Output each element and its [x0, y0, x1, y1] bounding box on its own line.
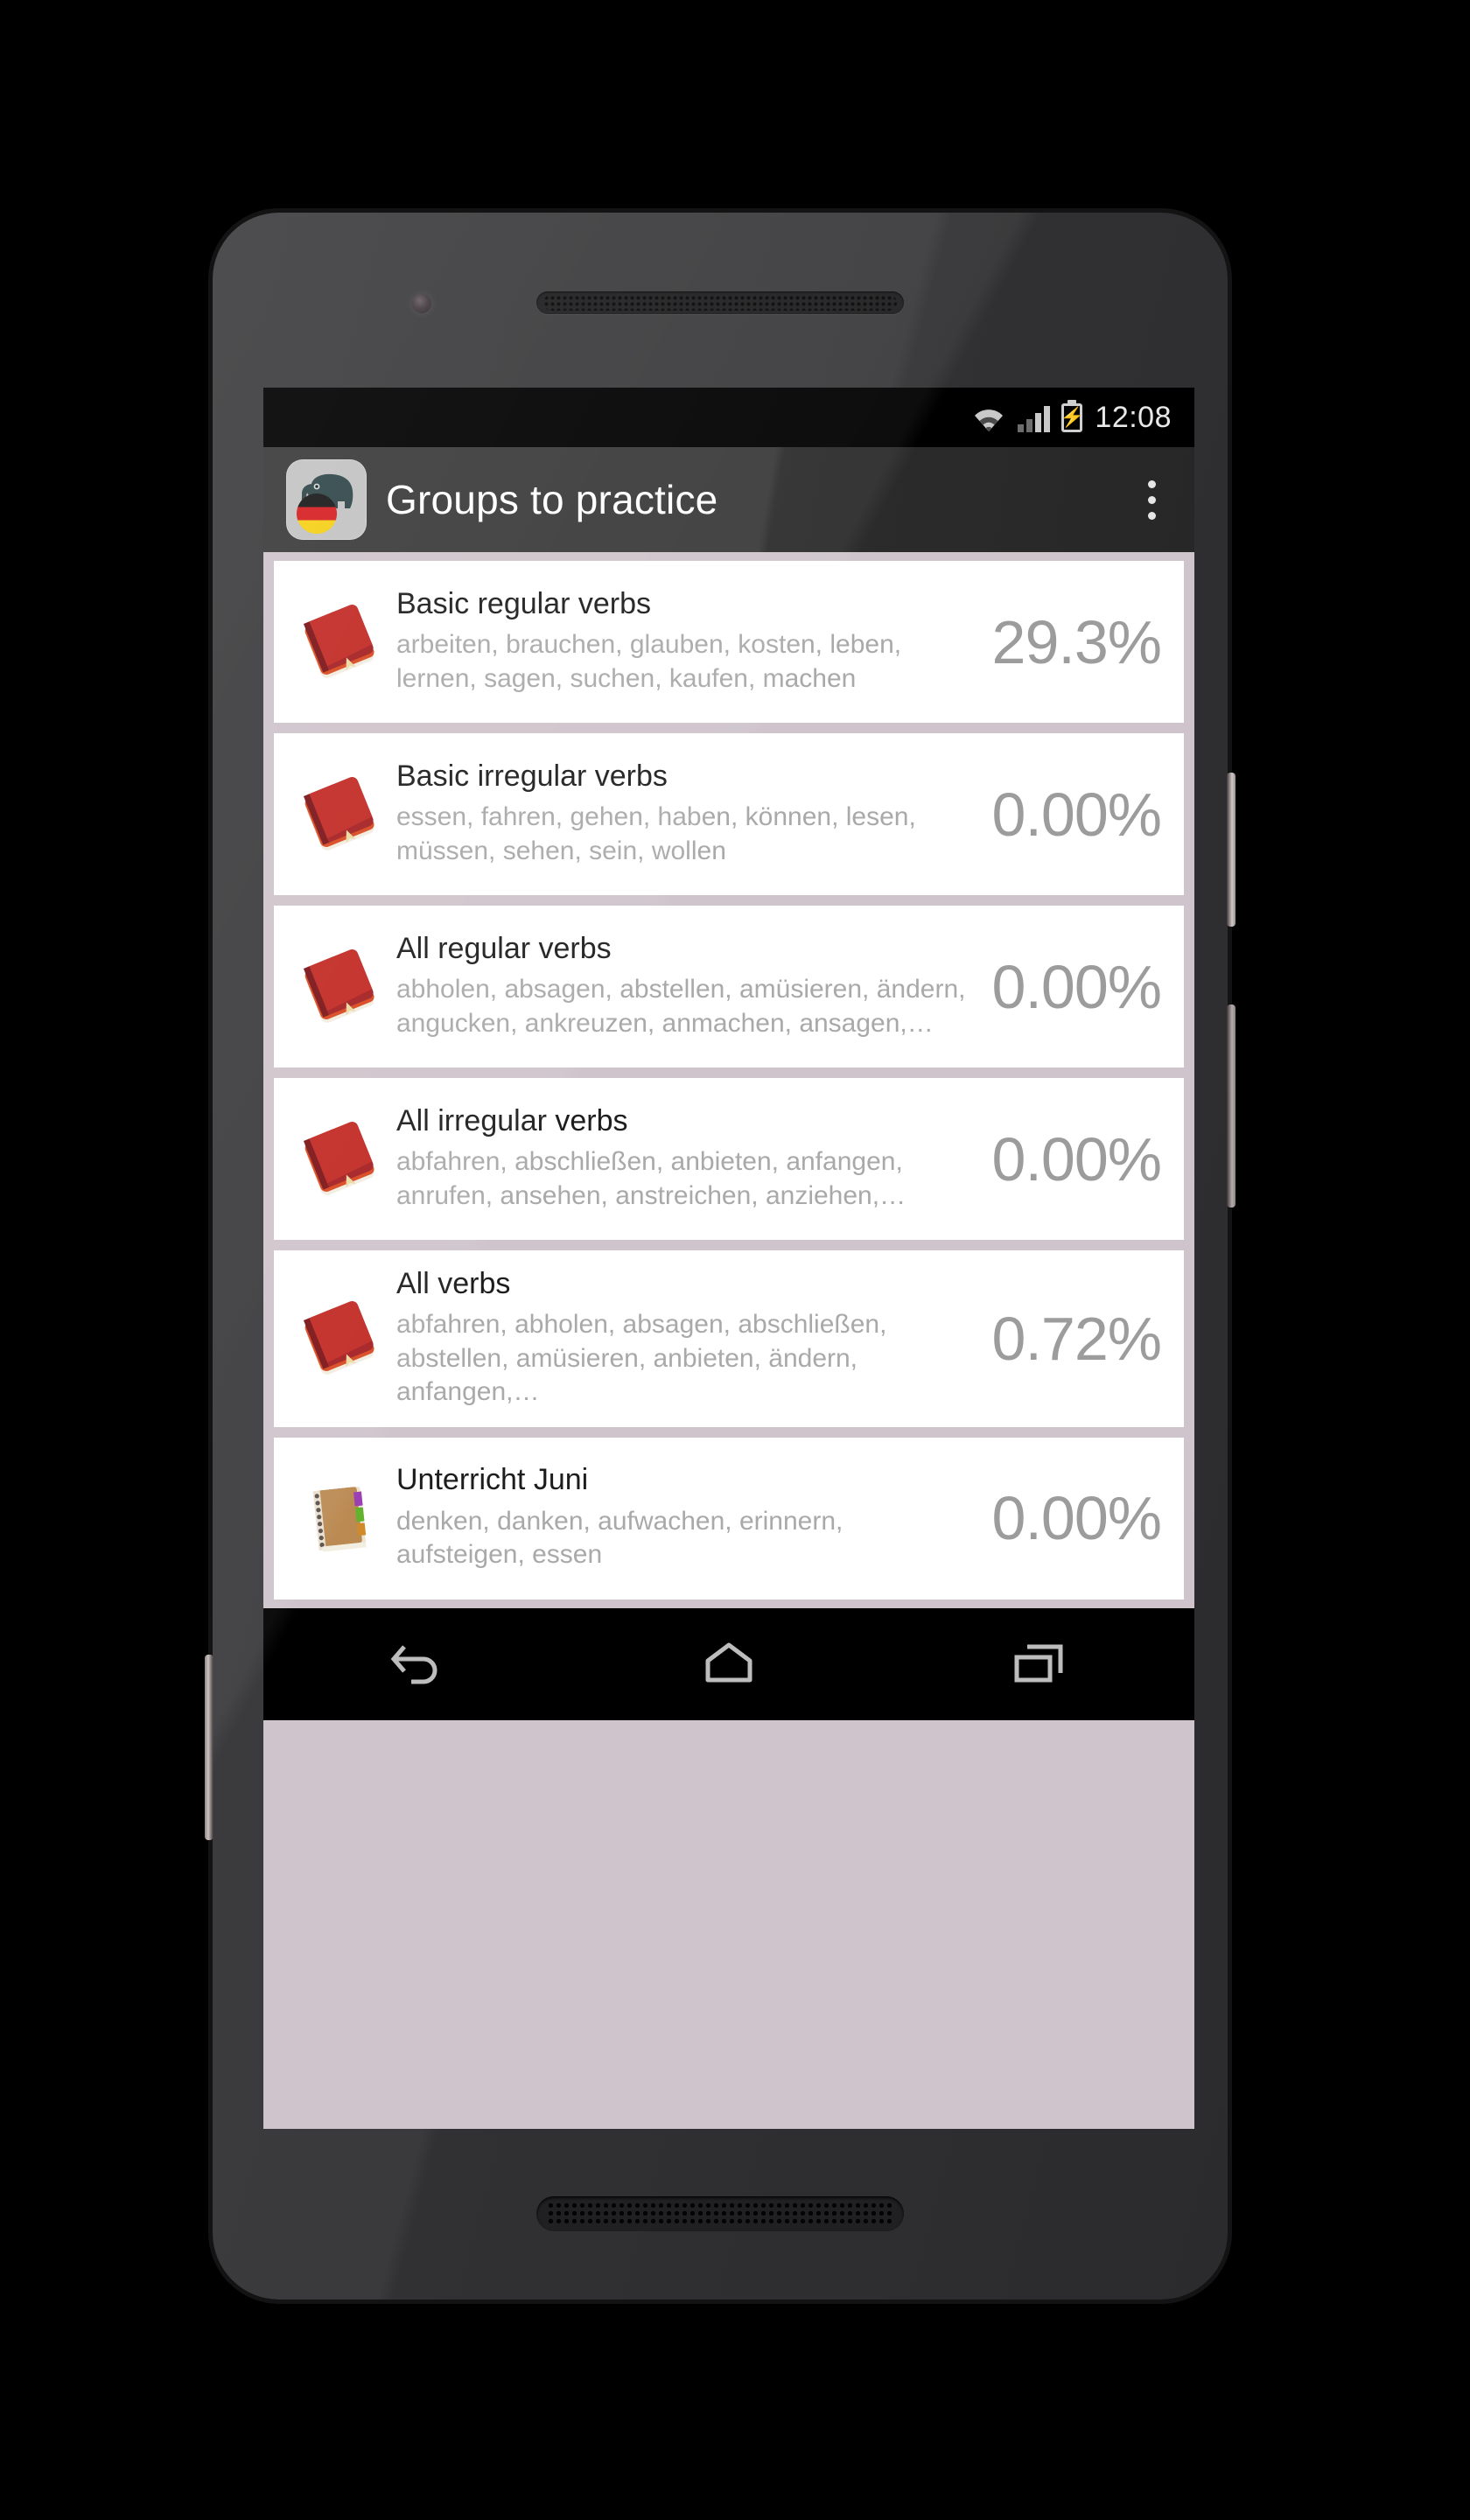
- list-item-words: denken, danken, aufwachen, erinnern, auf…: [396, 1506, 844, 1570]
- wifi-icon: [971, 406, 1006, 432]
- list-item-text: All verbs abfahren, abholen, absagen, ab…: [391, 1267, 976, 1410]
- battery-charging-icon: ⚡: [1060, 402, 1085, 432]
- list-item-text: Basic irregular verbs essen, fahren, geh…: [391, 760, 976, 868]
- list-item-words: abfahren, abholen, absagen, abschließen,…: [396, 1310, 887, 1407]
- bottom-speaker-grille: [536, 2196, 904, 2231]
- list-item-percent: 0.72%: [991, 1304, 1162, 1373]
- elephant-app-icon[interactable]: [286, 459, 367, 540]
- list-item-percent: 0.00%: [991, 780, 1162, 849]
- power-button[interactable]: [1227, 773, 1236, 927]
- red-book-icon: [293, 945, 391, 1029]
- list-item[interactable]: All verbs abfahren, abholen, absagen, ab…: [274, 1250, 1184, 1427]
- status-bar-icons: ⚡: [971, 402, 1085, 432]
- red-book-icon: [293, 1297, 391, 1381]
- german-flag-icon: [297, 494, 337, 534]
- list-item[interactable]: All regular verbs abholen, absagen, abst…: [274, 906, 1184, 1068]
- status-bar: ⚡ 12:08: [263, 388, 1194, 447]
- red-book-icon: [293, 1117, 391, 1201]
- list-item-title: Basic irregular verbs: [396, 759, 668, 793]
- signal-bars-icon: [1018, 405, 1051, 432]
- list-item-percent: 0.00%: [991, 1484, 1162, 1553]
- list-item-percent: 0.00%: [991, 952, 1162, 1021]
- notebook-icon: [293, 1476, 391, 1560]
- list-item-title: All regular verbs: [396, 931, 612, 965]
- volume-button[interactable]: [1227, 1004, 1236, 1208]
- list-item-text: Unterricht Juni denken, danken, aufwache…: [391, 1464, 976, 1572]
- battery-bolt-glyph: ⚡: [1060, 406, 1085, 428]
- phone-screen: ⚡ 12:08 Groups to practice Basic regular…: [263, 388, 1194, 2129]
- list-item-text: All regular verbs abholen, absagen, abst…: [391, 931, 976, 1040]
- list-item-percent: 0.00%: [991, 1124, 1162, 1194]
- red-book-icon: [293, 773, 391, 857]
- list-item-words: essen, fahren, gehen, haben, können, les…: [396, 802, 916, 865]
- list-item-title: Unterricht Juni: [396, 1463, 589, 1497]
- list-item-percent: 29.3%: [991, 607, 1162, 676]
- overflow-menu-icon[interactable]: [1128, 459, 1175, 540]
- list-item-title: Basic regular verbs: [396, 586, 652, 620]
- status-bar-clock: 12:08: [1095, 400, 1172, 434]
- earpiece-speaker: [536, 291, 904, 314]
- list-item-title: All irregular verbs: [396, 1103, 628, 1138]
- list-item[interactable]: Unterricht Juni denken, danken, aufwache…: [274, 1437, 1184, 1600]
- list-item-text: All irregular verbs abfahren, abschließe…: [391, 1103, 976, 1213]
- list-item-words: abfahren, abschließen, anbieten, anfange…: [396, 1147, 906, 1210]
- home-nav-icon[interactable]: [676, 1634, 781, 1695]
- red-book-icon: [293, 600, 391, 684]
- list-item-title: All verbs: [396, 1267, 511, 1300]
- front-camera: [412, 294, 431, 313]
- android-nav-bar: [263, 1607, 1194, 1720]
- list-item[interactable]: Basic irregular verbs essen, fahren, geh…: [274, 733, 1184, 895]
- list-item-words: abholen, absagen, abstellen, amüsieren, …: [396, 975, 966, 1038]
- list-item[interactable]: Basic regular verbs arbeiten, brauchen, …: [274, 561, 1184, 723]
- left-side-button[interactable]: [205, 1655, 214, 1840]
- recents-nav-icon[interactable]: [987, 1634, 1092, 1695]
- back-nav-icon[interactable]: [366, 1634, 471, 1695]
- list-item-words: arbeiten, brauchen, glauben, kosten, leb…: [396, 630, 902, 693]
- action-bar: Groups to practice: [263, 447, 1194, 552]
- list-item[interactable]: All irregular verbs abfahren, abschließe…: [274, 1078, 1184, 1240]
- groups-list: Basic regular verbs arbeiten, brauchen, …: [263, 552, 1194, 1608]
- phone-device: ⚡ 12:08 Groups to practice Basic regular…: [205, 213, 1236, 2300]
- page-title: Groups to practice: [386, 477, 718, 522]
- list-item-text: Basic regular verbs arbeiten, brauchen, …: [391, 586, 976, 696]
